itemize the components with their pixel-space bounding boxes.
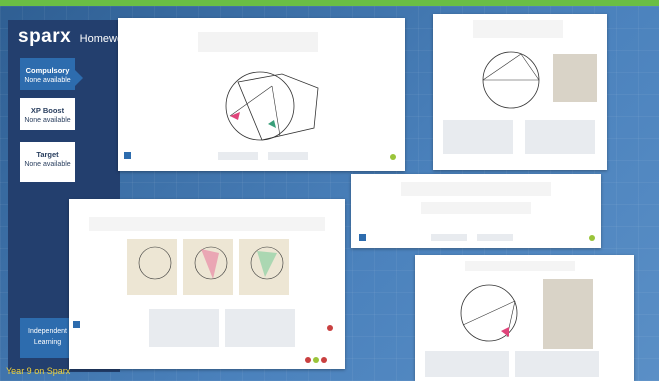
answer-choices-right[interactable]	[225, 309, 295, 347]
status-dot	[589, 235, 595, 241]
answer-box-1[interactable]	[218, 152, 258, 160]
independent-label-1: Independent	[28, 328, 67, 335]
question-text-block	[89, 217, 325, 231]
back-button[interactable]	[359, 234, 366, 241]
task-status: None available	[24, 161, 71, 168]
task-card-compulsory[interactable]: Compulsory None available	[20, 58, 83, 90]
answer-box-1[interactable]	[431, 234, 467, 241]
homework-screenshot-5	[415, 255, 634, 381]
hint-panel	[543, 279, 593, 349]
caption: Year 9 on Sparx	[6, 366, 71, 376]
answer-box-2[interactable]	[268, 152, 308, 160]
task-card-target[interactable]: Target None available	[20, 142, 75, 182]
answer-option-1[interactable]	[425, 351, 509, 377]
circle-diagram	[482, 51, 540, 109]
progress-dot	[321, 357, 327, 363]
circle-diagram	[225, 71, 319, 141]
homework-screenshot-2	[433, 14, 607, 170]
status-dot	[327, 325, 333, 331]
task-title: Compulsory	[25, 66, 70, 75]
question-text-block	[401, 182, 551, 196]
brand: sparx Homework	[18, 26, 132, 48]
answer-choices-left[interactable]	[149, 309, 219, 347]
task-status: None available	[24, 117, 71, 124]
question-text-block	[473, 20, 563, 38]
homework-screenshot-1	[118, 18, 405, 171]
progress-dot	[313, 357, 319, 363]
task-card-xp-boost[interactable]: XP Boost None available	[20, 98, 75, 130]
answer-option-1[interactable]	[443, 120, 513, 154]
task-title: XP Boost	[30, 106, 65, 115]
independent-label-2: Learning	[33, 339, 62, 346]
question-text-block	[465, 261, 575, 271]
question-text-block	[198, 32, 318, 52]
hint-panel	[553, 54, 597, 102]
answer-option-2[interactable]	[525, 120, 595, 154]
back-button[interactable]	[124, 152, 131, 159]
task-title: Target	[36, 150, 59, 159]
status-dot	[390, 154, 396, 160]
homework-screenshot-4	[69, 199, 345, 369]
question-subtext	[421, 202, 531, 214]
back-button[interactable]	[73, 321, 80, 328]
progress-dot	[305, 357, 311, 363]
logo: sparx	[18, 26, 72, 47]
circle-diagram	[460, 284, 518, 342]
diagram-options	[127, 239, 289, 295]
answer-option-2[interactable]	[515, 351, 599, 377]
answer-box-2[interactable]	[477, 234, 513, 241]
task-status: None available	[24, 77, 71, 84]
homework-screenshot-3	[351, 174, 601, 248]
independent-learning-button[interactable]: Independent Learning	[20, 318, 75, 358]
